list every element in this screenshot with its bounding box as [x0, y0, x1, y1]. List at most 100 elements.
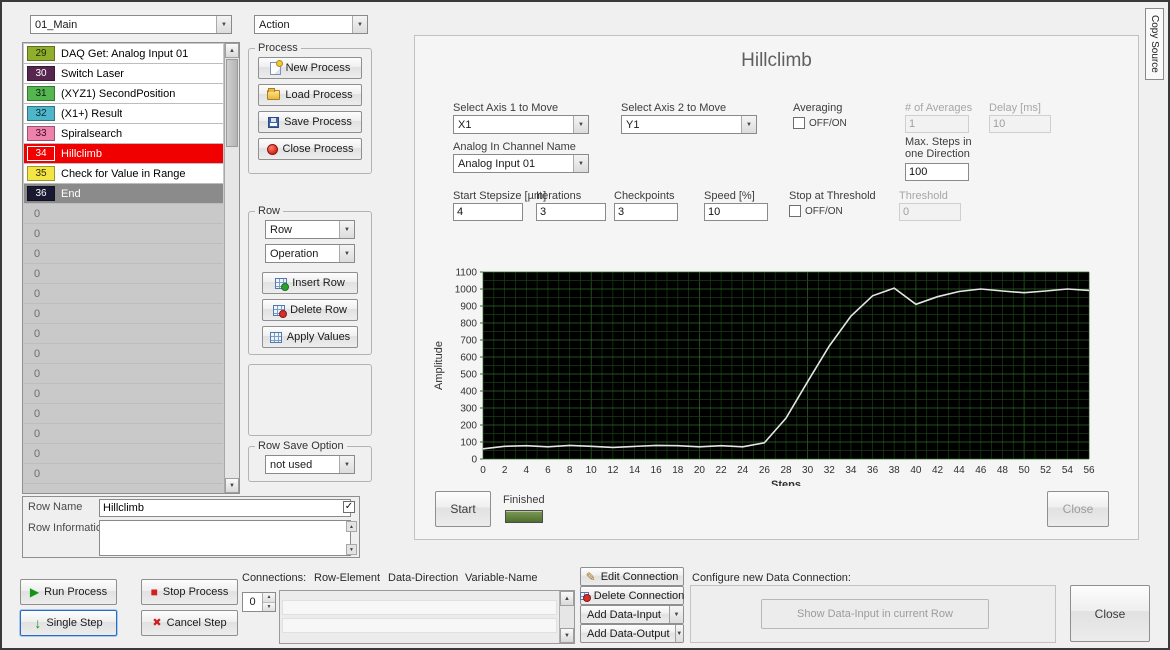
spin-down-icon[interactable]: ▼: [263, 603, 275, 612]
step-row-empty[interactable]: 0: [24, 444, 223, 464]
speed-input[interactable]: [704, 203, 768, 221]
chevron-down-icon[interactable]: ▼: [675, 625, 683, 642]
add-data-output-label: Add Data-Output: [587, 628, 670, 640]
scroll-up-icon[interactable]: ▲: [346, 521, 357, 532]
scroll-down-icon[interactable]: ▼: [346, 544, 357, 555]
row-save-option-select[interactable]: not used ▼: [265, 455, 355, 474]
apply-values-label: Apply Values: [287, 331, 350, 343]
step-row-33[interactable]: 33Spiralsearch: [24, 124, 223, 144]
insert-row-icon: [275, 278, 287, 289]
row-select[interactable]: Row ▼: [265, 220, 355, 239]
copy-source-button[interactable]: Copy Source: [1145, 8, 1164, 80]
operation-select[interactable]: Operation ▼: [265, 244, 355, 263]
stop-threshold-offon-label: OFF/ON: [805, 206, 843, 217]
step-row-empty[interactable]: 0: [24, 224, 223, 244]
empty-slot-label: 0: [24, 448, 40, 460]
max-steps-input[interactable]: [905, 163, 969, 181]
new-process-button[interactable]: New Process: [258, 57, 362, 79]
scroll-thumb[interactable]: [226, 59, 238, 147]
connection-row[interactable]: [282, 600, 557, 615]
step-row-empty[interactable]: 0: [24, 344, 223, 364]
step-row-29[interactable]: 29DAQ Get: Analog Input 01: [24, 44, 223, 64]
step-row-35[interactable]: 35Check for Value in Range: [24, 164, 223, 184]
step-row-empty[interactable]: 0: [24, 404, 223, 424]
step-row-34[interactable]: 34Hillclimb: [24, 144, 223, 164]
hillclimb-panel: Hillclimb Select Axis 1 to Move X1 ▼ Sel…: [414, 35, 1139, 540]
row-index-spinner[interactable]: 0 ▲ ▼: [242, 592, 276, 612]
stop-process-button[interactable]: ■ Stop Process: [141, 579, 238, 605]
svg-text:26: 26: [759, 465, 771, 476]
step-row-empty[interactable]: 0: [24, 324, 223, 344]
empty-slot-label: 0: [24, 428, 40, 440]
step-row-empty[interactable]: 0: [24, 264, 223, 284]
save-disk-icon: [268, 117, 279, 128]
edit-connection-button[interactable]: ✎ Edit Connection: [580, 567, 684, 586]
insert-row-button[interactable]: Insert Row: [262, 272, 358, 294]
apply-values-button[interactable]: Apply Values: [262, 326, 358, 348]
run-process-button[interactable]: ▶ Run Process: [20, 579, 117, 605]
single-step-button[interactable]: ↓ Single Step: [20, 610, 117, 636]
spinner-buttons[interactable]: ▲ ▼: [262, 593, 275, 611]
connections-list[interactable]: ▲ ▼: [279, 590, 575, 644]
step-row-empty[interactable]: 0: [24, 424, 223, 444]
connection-row[interactable]: [282, 618, 557, 633]
stop-threshold-checkbox[interactable]: [789, 205, 801, 217]
stop-threshold-toggle[interactable]: OFF/ON: [789, 205, 843, 217]
chevron-down-icon[interactable]: ▼: [669, 606, 683, 623]
step-row-empty[interactable]: 0: [24, 284, 223, 304]
show-data-input-button[interactable]: Show Data-Input in current Row: [761, 599, 989, 629]
main-close-button[interactable]: Close: [1070, 585, 1150, 642]
axis1-select[interactable]: X1 ▼: [453, 115, 589, 134]
axis2-select[interactable]: Y1 ▼: [621, 115, 757, 134]
spin-up-icon[interactable]: ▲: [263, 593, 275, 603]
start-button[interactable]: Start: [435, 491, 491, 527]
step-list-scrollbar[interactable]: ▲ ▼: [224, 43, 239, 493]
save-process-button[interactable]: Save Process: [258, 111, 362, 133]
cancel-step-button[interactable]: ✖ Cancel Step: [141, 610, 238, 636]
action-select[interactable]: Action ▼: [254, 15, 368, 34]
main-process-select[interactable]: 01_Main ▼: [30, 15, 232, 34]
delay-input: [989, 115, 1051, 133]
svg-text:2: 2: [502, 465, 508, 476]
add-data-input-button[interactable]: Add Data-Input ▼: [580, 605, 684, 624]
checkpoints-input[interactable]: [614, 203, 678, 221]
row-information-textarea[interactable]: [99, 520, 351, 556]
scroll-down-icon[interactable]: ▼: [560, 628, 574, 643]
step-row-empty[interactable]: 0: [24, 204, 223, 224]
empty-slot-label: 0: [24, 228, 40, 240]
panel-close-button[interactable]: Close: [1047, 491, 1109, 527]
averaging-checkbox[interactable]: [793, 117, 805, 129]
row-name-checkbox[interactable]: ✓: [343, 501, 355, 513]
threshold-input: [899, 203, 961, 221]
delete-connection-button[interactable]: Delete Connection: [580, 586, 684, 605]
row-information-scrollbar[interactable]: ▲ ▼: [346, 521, 357, 555]
axis1-label: Select Axis 1 to Move: [453, 102, 558, 114]
step-row-31[interactable]: 31(XYZ1) SecondPosition: [24, 84, 223, 104]
step-row-32[interactable]: 32(X1+) Result: [24, 104, 223, 124]
close-process-button[interactable]: Close Process: [258, 138, 362, 160]
scroll-down-icon[interactable]: ▼: [225, 478, 239, 493]
averaging-toggle[interactable]: OFF/ON: [793, 117, 847, 129]
step-row-empty[interactable]: 0: [24, 304, 223, 324]
step-row-empty[interactable]: 0: [24, 384, 223, 404]
load-process-button[interactable]: Load Process: [258, 84, 362, 106]
step-row-empty[interactable]: 0: [24, 464, 223, 484]
step-row-empty[interactable]: 0: [24, 364, 223, 384]
step-row-36[interactable]: 36End: [24, 184, 223, 204]
scroll-up-icon[interactable]: ▲: [225, 43, 239, 58]
svg-text:48: 48: [997, 465, 1009, 476]
step-label: (X1+) Result: [61, 108, 122, 120]
add-data-output-button[interactable]: Add Data-Output ▼: [580, 624, 684, 643]
scroll-up-icon[interactable]: ▲: [560, 591, 574, 606]
svg-text:200: 200: [460, 421, 477, 432]
iterations-input[interactable]: [536, 203, 606, 221]
delete-row-button[interactable]: Delete Row: [262, 299, 358, 321]
svg-text:Amplitude: Amplitude: [433, 341, 445, 390]
analog-channel-select[interactable]: Analog Input 01 ▼: [453, 154, 589, 173]
row-name-input[interactable]: [99, 499, 351, 517]
step-row-30[interactable]: 30Switch Laser: [24, 64, 223, 84]
step-row-empty[interactable]: 0: [24, 244, 223, 264]
stepsize-input[interactable]: [453, 203, 523, 221]
connections-scrollbar[interactable]: ▲ ▼: [559, 591, 574, 643]
step-number-badge: 34: [27, 146, 55, 161]
